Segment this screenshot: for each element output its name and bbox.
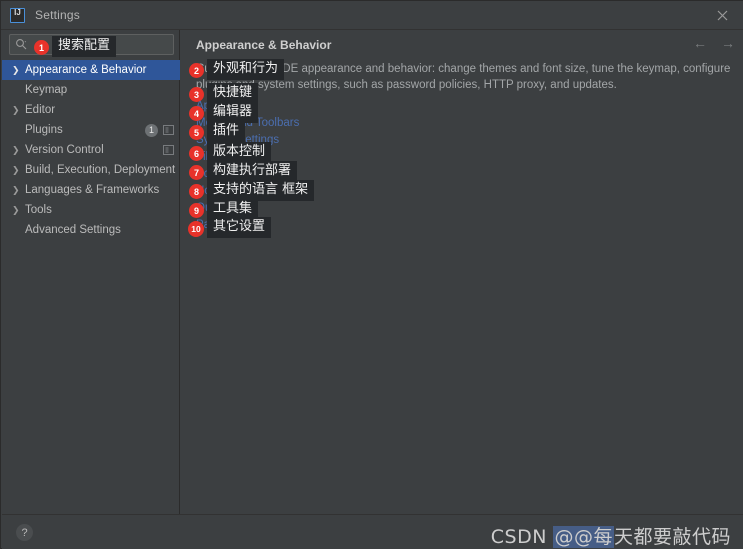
settings-detail-pane: ← → Appearance & Behavior Customize your…	[181, 30, 743, 514]
annotation-badge-2: 2	[189, 63, 204, 78]
sidebar-item-label: Plugins	[25, 124, 63, 136]
chevron-right-icon[interactable]: ❯	[12, 185, 23, 195]
sidebar-item-advanced-settings[interactable]: ❯Advanced Settings	[2, 220, 180, 240]
annotation-badge-5: 5	[189, 125, 204, 140]
sidebar-item-appearance-behavior[interactable]: ❯ Appearance & Behavior	[2, 60, 180, 80]
sidebar-item-label: Keymap	[25, 84, 68, 96]
sidebar-item-label: Advanced Settings	[25, 224, 121, 236]
watermark-highlight: @@每	[553, 526, 614, 548]
close-icon[interactable]	[700, 1, 743, 29]
chevron-right-icon[interactable]: ❯	[12, 105, 23, 115]
annotation-label-6: 版本控制	[207, 142, 272, 163]
arrow-left-icon[interactable]: ←	[693, 36, 707, 50]
annotation-label-10: 其它设置	[207, 217, 272, 238]
sidebar-item-indicators: 1	[145, 120, 174, 140]
annotation-badge-10: 10	[188, 221, 204, 237]
annotation-badge-9: 9	[189, 203, 204, 218]
sidebar-item-label: Languages & Frameworks	[25, 184, 160, 196]
plugin-count-badge: 1	[145, 123, 158, 137]
sidebar-item-label: Version Control	[25, 144, 104, 156]
sidebar-item-tools[interactable]: ❯ Tools	[2, 200, 180, 220]
sidebar-item-indicators	[163, 140, 174, 160]
chevron-right-icon[interactable]: ❯	[12, 65, 23, 75]
sidebar-item-version-control[interactable]: ❯ Version Control	[2, 140, 180, 160]
chevron-right-icon[interactable]: ❯	[12, 205, 23, 215]
sidebar-item-keymap[interactable]: ❯Keymap	[2, 80, 180, 100]
chevron-right-icon[interactable]: ❯	[12, 145, 23, 155]
sidebar-item-label: Appearance & Behavior	[25, 64, 147, 76]
watermark-prefix: CSDN	[490, 526, 554, 548]
settings-sidebar: ❯Appearance & Behavior❯Keymap❯Editor❯Plu…	[2, 30, 180, 514]
annotation-badge-1: 1	[34, 40, 49, 55]
dialog-footer: ? CSDN @@每天都要敲代码	[2, 514, 743, 549]
annotation-badge-3: 3	[189, 87, 204, 102]
annotation-badge-6: 6	[189, 146, 204, 161]
watermark-suffix: 天都要敲代码	[613, 526, 731, 548]
annotation-badge-7: 7	[189, 165, 204, 180]
sidebar-item-editor[interactable]: ❯ Editor	[2, 100, 180, 120]
settings-tree: ❯Appearance & Behavior❯Keymap❯Editor❯Plu…	[2, 60, 180, 240]
watermark: CSDN @@每天都要敲代码	[491, 522, 731, 549]
sidebar-item-build-execution-deployment[interactable]: ❯ Build, Execution, Deployment	[2, 160, 180, 180]
sidebar-item-label: Tools	[25, 204, 52, 216]
help-button[interactable]: ?	[16, 524, 33, 541]
arrow-right-icon[interactable]: →	[721, 36, 735, 50]
sidebar-item-languages-frameworks[interactable]: ❯ Languages & Frameworks	[2, 180, 180, 200]
annotation-label-5: 插件	[207, 121, 246, 142]
annotation-label-7: 构建执行部署	[207, 161, 298, 182]
sidebar-item-label: Editor	[25, 104, 56, 116]
copy-settings-icon[interactable]	[163, 125, 174, 135]
page-title: Appearance & Behavior	[196, 38, 332, 52]
copy-settings-icon[interactable]	[163, 145, 174, 155]
annotation-label-3: 快捷键	[207, 83, 259, 104]
annotation-label-8: 支持的语言 框架	[207, 180, 315, 201]
navigation-arrows: ← →	[693, 36, 735, 50]
annotation-label-2: 外观和行为	[207, 59, 285, 80]
annotation-label-1: 搜索配置	[52, 36, 117, 57]
title-bar: Settings	[1, 1, 743, 30]
settings-dialog: Settings ❯Appearance & Behavior❯Keymap❯E…	[0, 0, 743, 549]
sidebar-item-label: Build, Execution, Deployment	[25, 164, 176, 176]
annotation-label-4: 编辑器	[207, 102, 259, 123]
sidebar-item-plugins[interactable]: ❯Plugins1	[2, 120, 180, 140]
intellij-idea-logo-icon	[10, 7, 25, 23]
annotation-badge-8: 8	[189, 184, 204, 199]
annotation-badge-4: 4	[189, 106, 204, 121]
window-title: Settings	[35, 8, 80, 22]
search-icon	[15, 38, 28, 51]
chevron-right-icon[interactable]: ❯	[12, 165, 23, 175]
